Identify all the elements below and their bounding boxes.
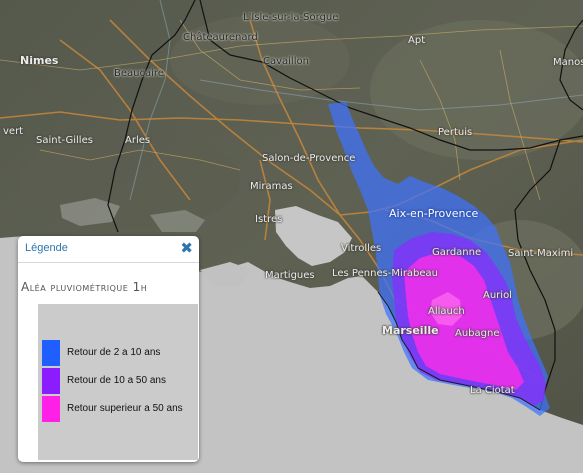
legend-swatch [42, 340, 60, 366]
place-label-apt: Apt [408, 35, 426, 46]
legend-item-label: Retour de 10 a 50 ans [67, 375, 166, 386]
place-label-manosque: Manosq [553, 57, 583, 68]
place-label-salon: Salon-de-Provence [262, 153, 356, 164]
legend-item-label: Retour superieur a 50 ans [67, 403, 183, 414]
place-label-auriol: Auriol [483, 290, 512, 301]
legend-panel: Légende ✖ Aléa pluviométrique 1h Retour … [18, 236, 199, 462]
place-label-marseille: Marseille [382, 324, 439, 337]
place-label-istres: Istres [255, 214, 283, 225]
place-label-martigues: Martigues [265, 270, 315, 281]
place-label-gardanne: Gardanne [432, 247, 482, 258]
legend-item-label: Retour de 2 a 10 ans [67, 347, 161, 358]
legend-title: Légende [25, 242, 68, 254]
legend-swatch [42, 396, 60, 422]
place-label-cavaillon: Cavaillon [263, 56, 309, 67]
place-label-aubagne: Aubagne [455, 328, 500, 339]
place-label-allauch: Allauch [428, 306, 465, 317]
place-label-les-pennes: Les Pennes-Mirabeau [332, 268, 439, 279]
place-label-miramas: Miramas [250, 181, 293, 192]
place-label-arles: Arles [125, 135, 151, 146]
place-label-lisle: L'Isle-sur-la-Sorgue [243, 12, 339, 23]
place-label-vitrolles: Vitrolles [341, 243, 382, 254]
place-label-la-ciotat: La Ciotat [470, 385, 515, 396]
place-label-saint-gilles: Saint-Gilles [36, 135, 93, 146]
place-label-saint-maximin: Saint-Maximi [508, 248, 574, 259]
place-label-aix: Aix-en-Provence [389, 207, 479, 220]
place-label-nimes: Nimes [20, 54, 59, 67]
layer-title: Aléa pluviométrique 1h [21, 280, 148, 294]
close-icon[interactable]: ✖ [180, 239, 193, 257]
legend-items: Retour de 2 a 10 ans Retour de 10 a 50 a… [38, 304, 198, 460]
place-label-vert: vert [3, 126, 24, 137]
terrain-patch [170, 15, 350, 105]
place-label-pertuis: Pertuis [438, 127, 473, 138]
place-label-chateaurenard: Châteaurenard [183, 32, 258, 43]
legend-header: Légende ✖ [18, 236, 199, 263]
legend-swatch [42, 368, 60, 394]
place-label-beaucaire: Beaucaire [114, 68, 164, 79]
